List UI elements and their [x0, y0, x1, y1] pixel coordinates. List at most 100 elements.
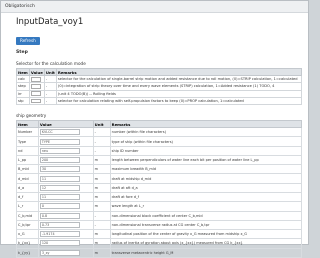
geometry-item: Number — [16, 127, 39, 138]
mode-remarks: (0)=integration of strip theory over tim… — [55, 82, 303, 91]
mode-item: calc — [16, 75, 30, 84]
geometry-unit: m — [92, 238, 111, 249]
geometry-item: Type — [16, 136, 39, 147]
mode-select[interactable] — [30, 76, 41, 82]
step-heading: Step — [16, 50, 28, 55]
geometry-row: d_a 12 m draft at aft d_a — [16, 182, 303, 193]
geometry-value-cell: KVLCC — [37, 127, 94, 138]
geometry-unit: m — [92, 173, 111, 184]
geometry-row: Number KVLCC - number (within file characte… — [16, 127, 303, 138]
modes-header-cell: Unit — [43, 67, 57, 77]
window-titlebar: Obligatorisch — [1, 1, 308, 13]
geometry-remarks: longitudinal position of the center of g… — [109, 229, 303, 240]
mode-value-cell — [28, 75, 45, 84]
geometry-value-cell: 12 — [37, 182, 94, 193]
geometry-value-input[interactable]: 0.73 — [39, 221, 80, 228]
mode-unit: - — [43, 75, 57, 84]
geometry-value-input[interactable]: 200 — [39, 157, 80, 164]
refresh-button[interactable]: Refresh — [16, 36, 40, 45]
mode-row: stp - selector for calculation relating wi… — [16, 96, 303, 105]
geometry-item: k_{yy} — [16, 247, 39, 258]
geometry-value-input[interactable]: -1.9174 — [39, 231, 80, 238]
geometry-value-input[interactable]: 30 — [39, 166, 80, 173]
geometry-value-input[interactable]: TYPE — [39, 138, 80, 145]
geometry-item: x_G — [16, 229, 39, 240]
geometry-unit: - — [92, 145, 111, 156]
geometry-value-input[interactable]: 120 — [39, 240, 80, 247]
geometry-row: d_mid 11 m draft at midship d_mid — [16, 173, 303, 184]
geometry-remarks: draft at aft d_a — [109, 182, 303, 193]
geometry-value-cell: 0.73 — [37, 219, 94, 231]
mode-unit: - — [43, 96, 57, 105]
geometry-unit: m — [92, 247, 111, 258]
geometry-value-cell: 0.8 — [37, 210, 94, 221]
geometry-header-cell: Unit — [92, 119, 111, 129]
geometry-value-cell: 11 — [37, 173, 94, 184]
geometry-remarks: draft at fore d_f — [109, 191, 303, 203]
geometry-item: C_b,mid — [16, 210, 39, 221]
modes-header-cell: Item — [16, 67, 30, 77]
modes-header-cell: Remarks — [55, 67, 303, 77]
mode-value-cell — [28, 82, 45, 91]
mode-item: irr — [16, 89, 30, 98]
geometry-remarks: non-dimensional block coefficient of cen… — [109, 210, 303, 221]
geometry-value-input[interactable]: neu — [39, 147, 80, 154]
geometry-item: nd — [16, 145, 39, 156]
mode-select[interactable] — [30, 98, 41, 104]
mode-remarks: selector for calculation relating with s… — [55, 96, 303, 105]
geometry-remarks: type of ship (within file characters) — [109, 136, 303, 147]
geometry-row: L_r 0 m wave length at L_r — [16, 201, 303, 212]
ship-geometry-table: Item Value Unit Remarks Number KVLCC - number … — [16, 119, 303, 258]
mode-row: calc - selector for the calculation of sin… — [16, 75, 303, 84]
geometry-remarks: length between perpendiculars of water l… — [109, 154, 303, 166]
geometry-value-input[interactable]: 11 — [39, 194, 80, 201]
geometry-unit: m — [92, 164, 111, 175]
geometry-row: B_mld 30 m maximum breadth B_mld — [16, 164, 303, 175]
geometry-remarks: radius of inertia of gyration about axis… — [109, 238, 303, 249]
mode-item: stp — [16, 96, 30, 105]
geometry-value-cell: -1.9174 — [37, 229, 94, 240]
geometry-header-cell: Value — [37, 119, 94, 129]
app-window: Obligatorisch InputData_voy1 Refresh Ste… — [0, 0, 309, 258]
geometry-row: C_b,mid 0.8 - non-dimensional block coeffic… — [16, 210, 303, 221]
geometry-value-cell: 3_xy — [37, 247, 94, 258]
geometry-value-cell: TYPE — [37, 136, 94, 147]
geometry-item: d_mid — [16, 173, 39, 184]
geometry-item: B_mld — [16, 164, 39, 175]
geometry-item: k_{xx} — [16, 238, 39, 249]
geometry-item: d_a — [16, 182, 39, 193]
geometry-unit: m — [92, 182, 111, 193]
mode-select[interactable] — [30, 84, 41, 89]
geometry-row: L_pp 200 m length between perpendiculars of… — [16, 154, 303, 166]
geometry-row: Type TYPE - type of ship (within file chara… — [16, 136, 303, 147]
modes-header-cell: Value — [28, 67, 45, 77]
geometry-unit: - — [92, 210, 111, 221]
geometry-remarks: transverse metacentric height G_M — [109, 247, 303, 258]
geometry-value-input[interactable]: 12 — [39, 184, 80, 191]
geometry-remarks: non-dimensional transverse radius at CG … — [109, 219, 303, 231]
mode-unit: - — [43, 89, 57, 98]
mode-row: step - (0)=integration of strip theory ove… — [16, 82, 303, 91]
mode-value-cell — [28, 96, 45, 105]
geometry-value-input[interactable]: KVLCC — [39, 129, 80, 136]
geometry-header-cell: Item — [16, 119, 39, 129]
geometry-remarks: draft at midship d_mid — [109, 173, 303, 184]
geometry-unit: - — [92, 127, 111, 138]
geometry-remarks: maximum breadth B_mld — [109, 164, 303, 175]
geometry-item: C_b,tpr — [16, 219, 39, 231]
geometry-value-input[interactable]: 3_xy — [39, 249, 80, 256]
geometry-value-input[interactable]: 11 — [39, 175, 80, 182]
geometry-value-input[interactable]: 0 — [39, 203, 80, 210]
mode-remarks: selector for the calculation of single-b… — [55, 75, 303, 84]
calculation-mode-table: Item Value Unit Remarks calc - selector for t… — [16, 67, 303, 105]
modes-caption: Selector for the calculation mode — [16, 61, 86, 66]
mode-remarks: (unit 4 TODO(B)) -- Rolling fields — [55, 89, 303, 98]
geometry-row: nd neu - ship ID number — [16, 145, 303, 156]
mode-select[interactable] — [30, 91, 41, 96]
geometry-value-input[interactable]: 0.8 — [39, 212, 80, 219]
geometry-value-cell: 200 — [37, 154, 94, 166]
mode-row: irr - (unit 4 TODO(B)) -- Rolling fields — [16, 89, 303, 98]
mode-value-cell — [28, 89, 45, 98]
geometry-unit: m — [92, 154, 111, 166]
geometry-remarks: number (within file characters) — [109, 127, 303, 138]
